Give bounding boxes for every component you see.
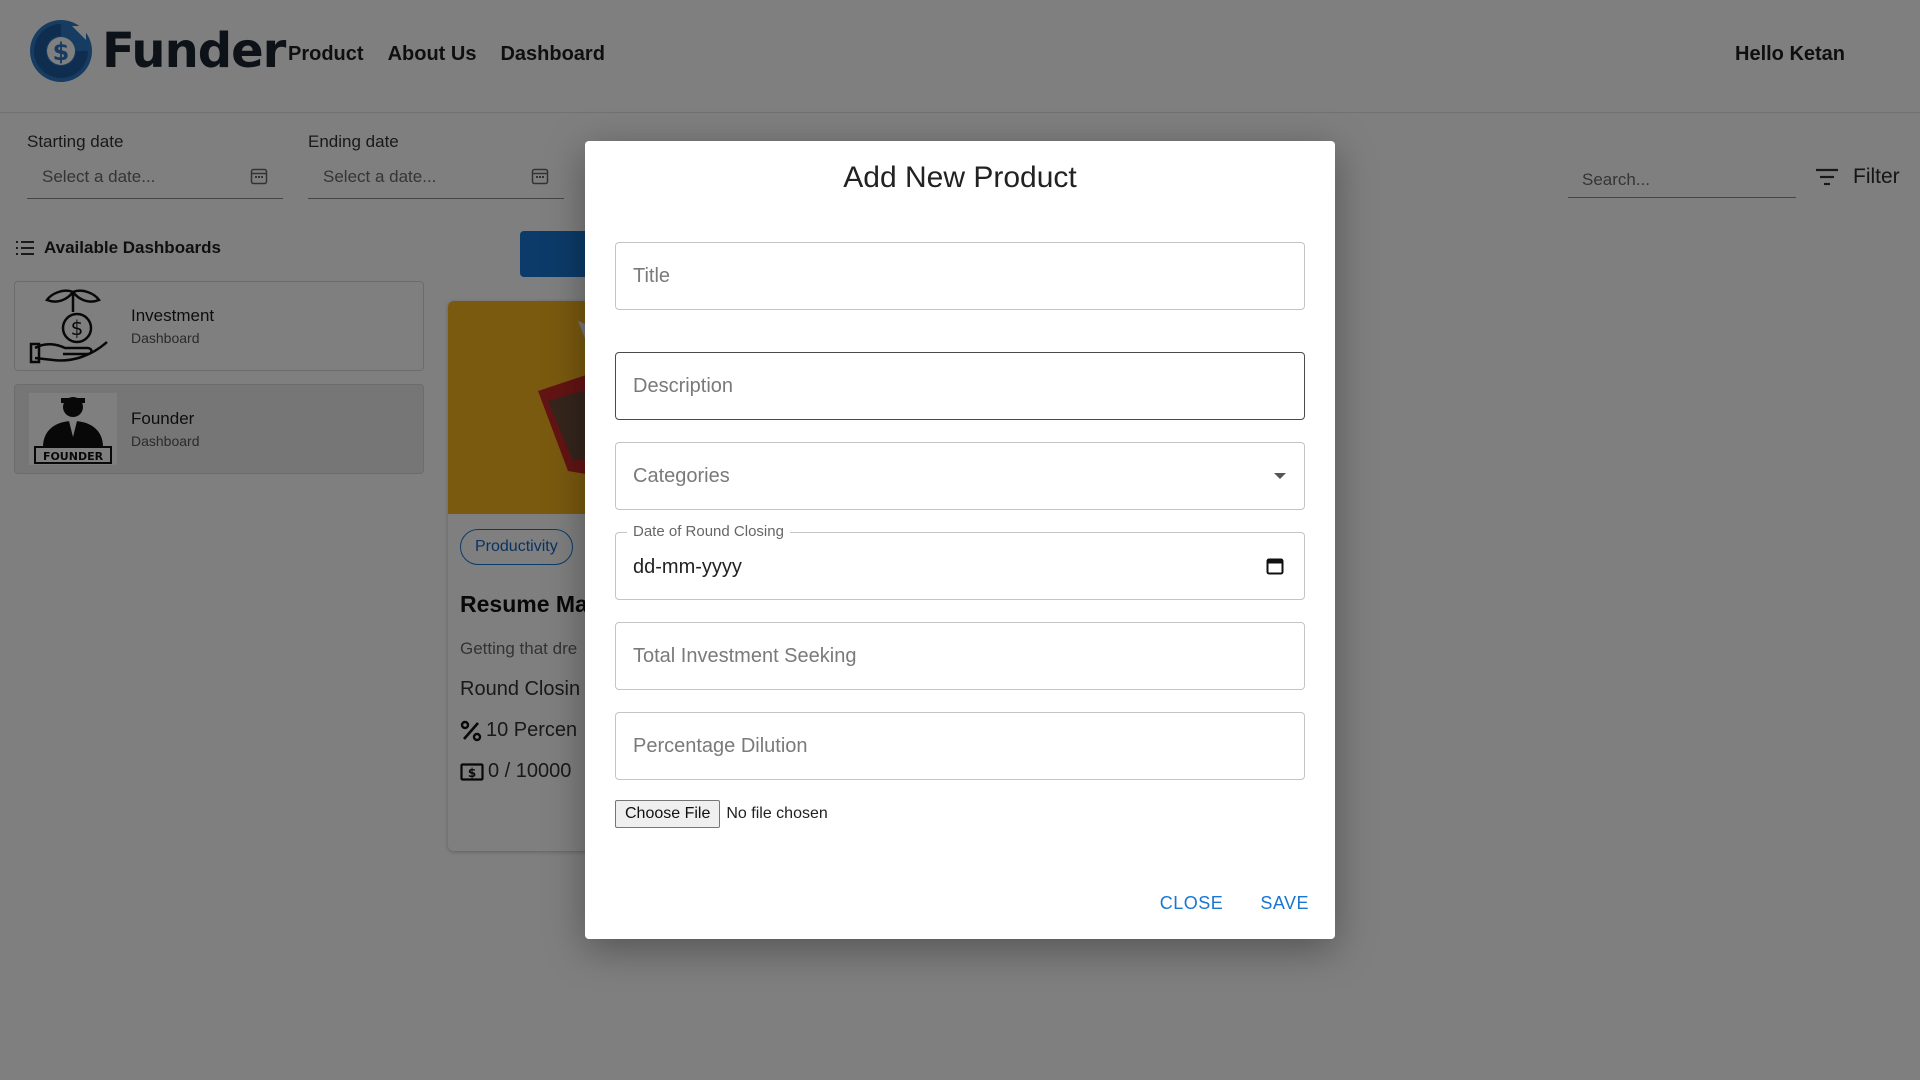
title-placeholder: Title [633,265,671,287]
file-status: No file chosen [726,805,828,822]
round-closing-date-value: dd-mm-yyyy [633,556,742,578]
chevron-down-icon [1274,473,1286,479]
file-upload: Choose File No file chosen [615,800,828,828]
description-input[interactable]: Description [615,352,1305,420]
percentage-dilution-input[interactable]: Percentage Dilution [615,712,1305,780]
dialog-title: Add New Product [843,161,1077,194]
total-investment-placeholder: Total Investment Seeking [633,645,857,667]
title-input[interactable]: Title [615,242,1305,310]
categories-select[interactable]: Categories [615,442,1305,510]
save-button[interactable]: SAVE [1260,893,1309,914]
total-investment-input[interactable]: Total Investment Seeking [615,622,1305,690]
description-placeholder: Description [633,375,734,397]
add-product-dialog: Add New Product Title Description Catego… [585,141,1335,939]
round-closing-date-input[interactable]: Date of Round Closing dd-mm-yyyy [615,523,1305,600]
calendar-icon[interactable] [1266,557,1284,575]
choose-file-button[interactable]: Choose File [615,800,721,828]
round-closing-date-label: Date of Round Closing [627,523,790,540]
categories-placeholder: Categories [633,465,730,487]
dialog-actions: CLOSE SAVE [1160,893,1309,914]
close-button[interactable]: CLOSE [1160,893,1224,914]
percentage-dilution-placeholder: Percentage Dilution [633,735,808,757]
